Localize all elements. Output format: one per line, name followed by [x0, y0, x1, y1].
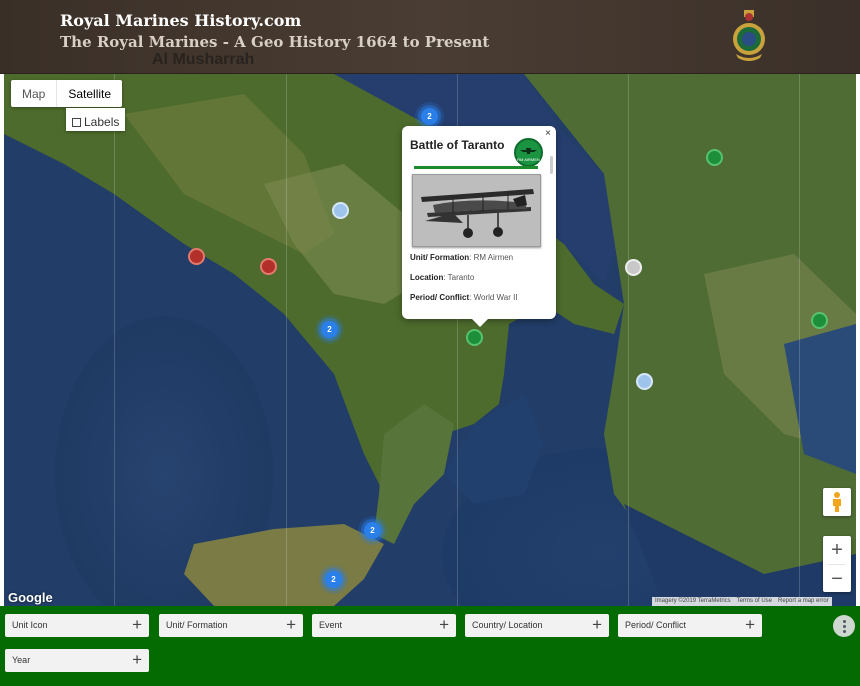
- biplane-photo: [412, 174, 541, 247]
- unit-label: Unit/ Formation: [410, 253, 470, 262]
- site-title[interactable]: Royal Marines History.com: [60, 11, 301, 30]
- filter-label: Unit/ Formation: [166, 620, 228, 630]
- royal-marines-crest-icon: [733, 10, 765, 61]
- more-options-icon[interactable]: [833, 615, 855, 637]
- add-icon[interactable]: +: [132, 616, 142, 633]
- add-icon[interactable]: +: [439, 616, 449, 633]
- terms-link[interactable]: Terms of Use: [737, 597, 772, 606]
- scrollbar[interactable]: [550, 156, 553, 174]
- logo-text: RM AIRMEN: [517, 157, 540, 162]
- period-label: Period/ Conflict: [410, 293, 470, 302]
- close-icon[interactable]: ×: [545, 128, 551, 139]
- zoom-in-button[interactable]: +: [823, 536, 851, 564]
- info-unit-row: Unit/ Formation: RM Airmen: [410, 253, 514, 262]
- filter-label: Country/ Location: [472, 620, 543, 630]
- rm-airmen-marker-icon[interactable]: [466, 329, 483, 346]
- dot: [843, 625, 846, 628]
- grid-line: [114, 74, 115, 606]
- filter-label: Event: [319, 620, 343, 630]
- site-header: Royal Marines History.com The Royal Mari…: [0, 0, 860, 74]
- google-logo[interactable]: Google: [8, 590, 53, 605]
- event-marker-icon[interactable]: [332, 202, 349, 219]
- grid-line: [628, 74, 629, 606]
- info-location-row: Location: Taranto: [410, 273, 475, 282]
- location-value: Taranto: [447, 273, 475, 282]
- cluster-marker[interactable]: 2: [321, 321, 338, 338]
- pegman-icon[interactable]: [823, 488, 851, 516]
- filter-bar: Unit Icon + Unit/ Formation + Event + Co…: [0, 606, 860, 686]
- imagery-credit: Imagery ©2019 TerraMetrics: [655, 598, 731, 604]
- report-error-link[interactable]: Report a map error: [778, 597, 829, 606]
- event-marker-icon[interactable]: [706, 149, 723, 166]
- map-type-satellite-button[interactable]: Satellite: [56, 80, 122, 107]
- filter-unit-formation[interactable]: Unit/ Formation +: [159, 614, 303, 637]
- filter-country-location[interactable]: Country/ Location +: [465, 614, 609, 637]
- info-title: Battle of Taranto: [410, 138, 505, 152]
- filter-label: Unit Icon: [12, 620, 48, 630]
- period-value: World War II: [473, 293, 518, 302]
- rm-airmen-logo-icon: RM AIRMEN: [514, 138, 543, 167]
- add-icon[interactable]: +: [745, 616, 755, 633]
- add-icon[interactable]: +: [132, 651, 142, 668]
- location-label: Location: [410, 273, 444, 282]
- labels-label: Labels: [84, 115, 120, 129]
- filter-year[interactable]: Year +: [5, 649, 149, 672]
- dot: [843, 630, 846, 633]
- labels-toggle[interactable]: Labels: [66, 108, 125, 131]
- site-subtitle: The Royal Marines - A Geo History 1664 t…: [60, 33, 490, 51]
- add-icon[interactable]: +: [592, 616, 602, 633]
- zoom-control: + −: [823, 536, 851, 592]
- map-attribution: Imagery ©2019 TerraMetrics Terms of Use …: [652, 597, 832, 606]
- filter-event[interactable]: Event +: [312, 614, 456, 637]
- filter-label: Year: [12, 655, 31, 665]
- event-marker-icon[interactable]: [636, 373, 653, 390]
- map-canvas[interactable]: Map Satellite Labels 2 2 2 2 × Battle of…: [4, 74, 856, 606]
- memorial-cross-marker-icon[interactable]: [625, 259, 642, 276]
- add-icon[interactable]: +: [286, 616, 296, 633]
- cluster-marker[interactable]: 2: [421, 108, 438, 125]
- grid-line: [799, 74, 800, 606]
- cluster-marker[interactable]: 2: [325, 571, 342, 588]
- filter-period-conflict[interactable]: Period/ Conflict +: [618, 614, 762, 637]
- labels-checkbox[interactable]: [72, 117, 81, 127]
- map-type-map-button[interactable]: Map: [11, 80, 56, 107]
- map-place-label: Al Musharrah: [152, 51, 255, 68]
- zoom-out-button[interactable]: −: [823, 565, 851, 592]
- event-marker-icon[interactable]: [188, 248, 205, 265]
- event-marker-icon[interactable]: [260, 258, 277, 275]
- map-type-control: Map Satellite: [11, 80, 123, 107]
- unit-value: RM Airmen: [473, 253, 514, 262]
- divider: [414, 166, 538, 169]
- filter-unit-icon[interactable]: Unit Icon +: [5, 614, 149, 637]
- info-window: × Battle of Taranto RM AIRMEN Unit/ Form…: [402, 126, 556, 327]
- dot: [843, 620, 846, 623]
- cluster-marker[interactable]: 2: [364, 522, 381, 539]
- filter-label: Period/ Conflict: [625, 620, 687, 630]
- event-marker-icon[interactable]: [811, 312, 828, 329]
- grid-line: [286, 74, 287, 606]
- info-period-row: Period/ Conflict: World War II: [410, 293, 518, 302]
